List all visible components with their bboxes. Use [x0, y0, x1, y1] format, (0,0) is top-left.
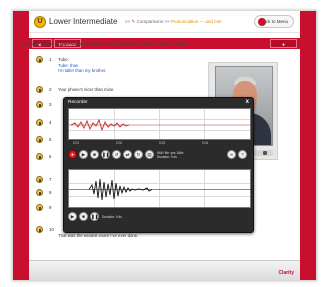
breadcrumb: >> ✎ Comparisons >> Pronunciation — and …: [125, 19, 222, 25]
duration-info: Duration: 0:4s: [157, 155, 177, 159]
speaker-icon[interactable]: [36, 136, 43, 143]
item-number: 8: [49, 190, 52, 195]
instruction-text: Learn about how we pronounce comparative…: [22, 41, 188, 46]
left-border: [13, 11, 29, 280]
item-number: 7: [49, 177, 52, 182]
save-icon[interactable]: ▤: [145, 150, 154, 159]
speaker-icon[interactable]: [36, 176, 43, 183]
model-waveform[interactable]: [68, 169, 252, 208]
speaker-icon[interactable]: [36, 226, 43, 233]
speaker-icon[interactable]: [36, 153, 43, 160]
item-line: I'm taller than my brother.: [58, 68, 107, 73]
item-number: 2: [49, 87, 52, 92]
volume-icon[interactable]: [263, 151, 267, 155]
user-waveform: [69, 118, 252, 132]
loop-icon[interactable]: ↻: [134, 150, 143, 159]
speaker-icon[interactable]: [36, 86, 43, 93]
breadcrumb-pronunciation[interactable]: Pronunciation — and me!: [171, 19, 222, 24]
item-number: 5: [49, 137, 52, 142]
stop-icon[interactable]: ■: [79, 212, 88, 221]
model-waveform-trace: [69, 178, 252, 201]
back-to-menu-button[interactable]: Back to Menu: [254, 15, 294, 28]
pencil-icon: ✎: [131, 19, 136, 24]
breadcrumb-comparisons[interactable]: Comparisons: [137, 19, 164, 24]
speaker-icon[interactable]: [36, 189, 43, 196]
time-axis: 0:01 0:02 0:03 0:04: [68, 141, 251, 146]
item-number: 1: [49, 57, 52, 62]
tick-label: 0:03: [159, 141, 166, 145]
item-number: 6: [49, 154, 52, 159]
header: U Lower Intermediate >> ✎ Comparisons >>…: [29, 11, 300, 33]
tick-label: 0:02: [116, 141, 123, 145]
recording-info: WAV file: yes 16kb Duration: 0:4s: [157, 151, 183, 159]
record-button[interactable]: ● Record: [270, 39, 297, 56]
tick-label: 0:01: [73, 141, 80, 145]
item-number: 10: [49, 227, 55, 232]
compare-icon[interactable]: ⇄: [123, 150, 132, 159]
breadcrumb-separator: >>: [125, 19, 131, 24]
play-icon[interactable]: ▶: [68, 212, 77, 221]
footer: Clarity: [29, 260, 300, 280]
close-icon[interactable]: x: [246, 99, 249, 105]
item-number: 9: [49, 205, 52, 210]
speaker-icon[interactable]: [36, 56, 43, 63]
link-icon[interactable]: ∞: [227, 150, 236, 159]
item-text: That was the easiest exam I've ever done…: [58, 233, 139, 238]
speaker-icon[interactable]: [36, 204, 43, 211]
recorder-title: Recorder: [68, 100, 88, 105]
brand-logo: Clarity: [278, 270, 294, 276]
recorder-dialog[interactable]: Recorder x 0:01 0:02 0:03 0:04 ● ▶ ■ ❚❚ …: [63, 97, 254, 233]
level-title: Lower Intermediate: [49, 17, 118, 26]
level-badge-icon: U: [34, 16, 46, 28]
tick-label: 0:04: [202, 141, 209, 145]
item-text: Your phone's nicer than mine.: [58, 87, 115, 92]
replay-icon[interactable]: ↺: [112, 150, 121, 159]
speaker-icon[interactable]: [36, 101, 43, 108]
home-icon: [258, 18, 266, 26]
item-text: Tube: Tube: than I'm taller than my brot…: [58, 57, 106, 74]
stop-icon[interactable]: ■: [90, 150, 99, 159]
speaker-icon[interactable]: [36, 119, 43, 126]
recording-waveform[interactable]: [68, 108, 252, 140]
help-icon[interactable]: ?: [238, 150, 247, 159]
item-number: 3: [49, 102, 52, 107]
right-border: [300, 11, 316, 280]
item-number: 4: [49, 120, 52, 125]
play-icon[interactable]: ▶: [79, 150, 88, 159]
pause-icon[interactable]: ❚❚: [101, 150, 110, 159]
model-duration-info: Duration: 0:4s: [102, 215, 122, 219]
breadcrumb-separator: >>: [164, 19, 170, 24]
pause-icon[interactable]: ❚❚: [90, 212, 99, 221]
record-icon[interactable]: ●: [68, 150, 77, 159]
